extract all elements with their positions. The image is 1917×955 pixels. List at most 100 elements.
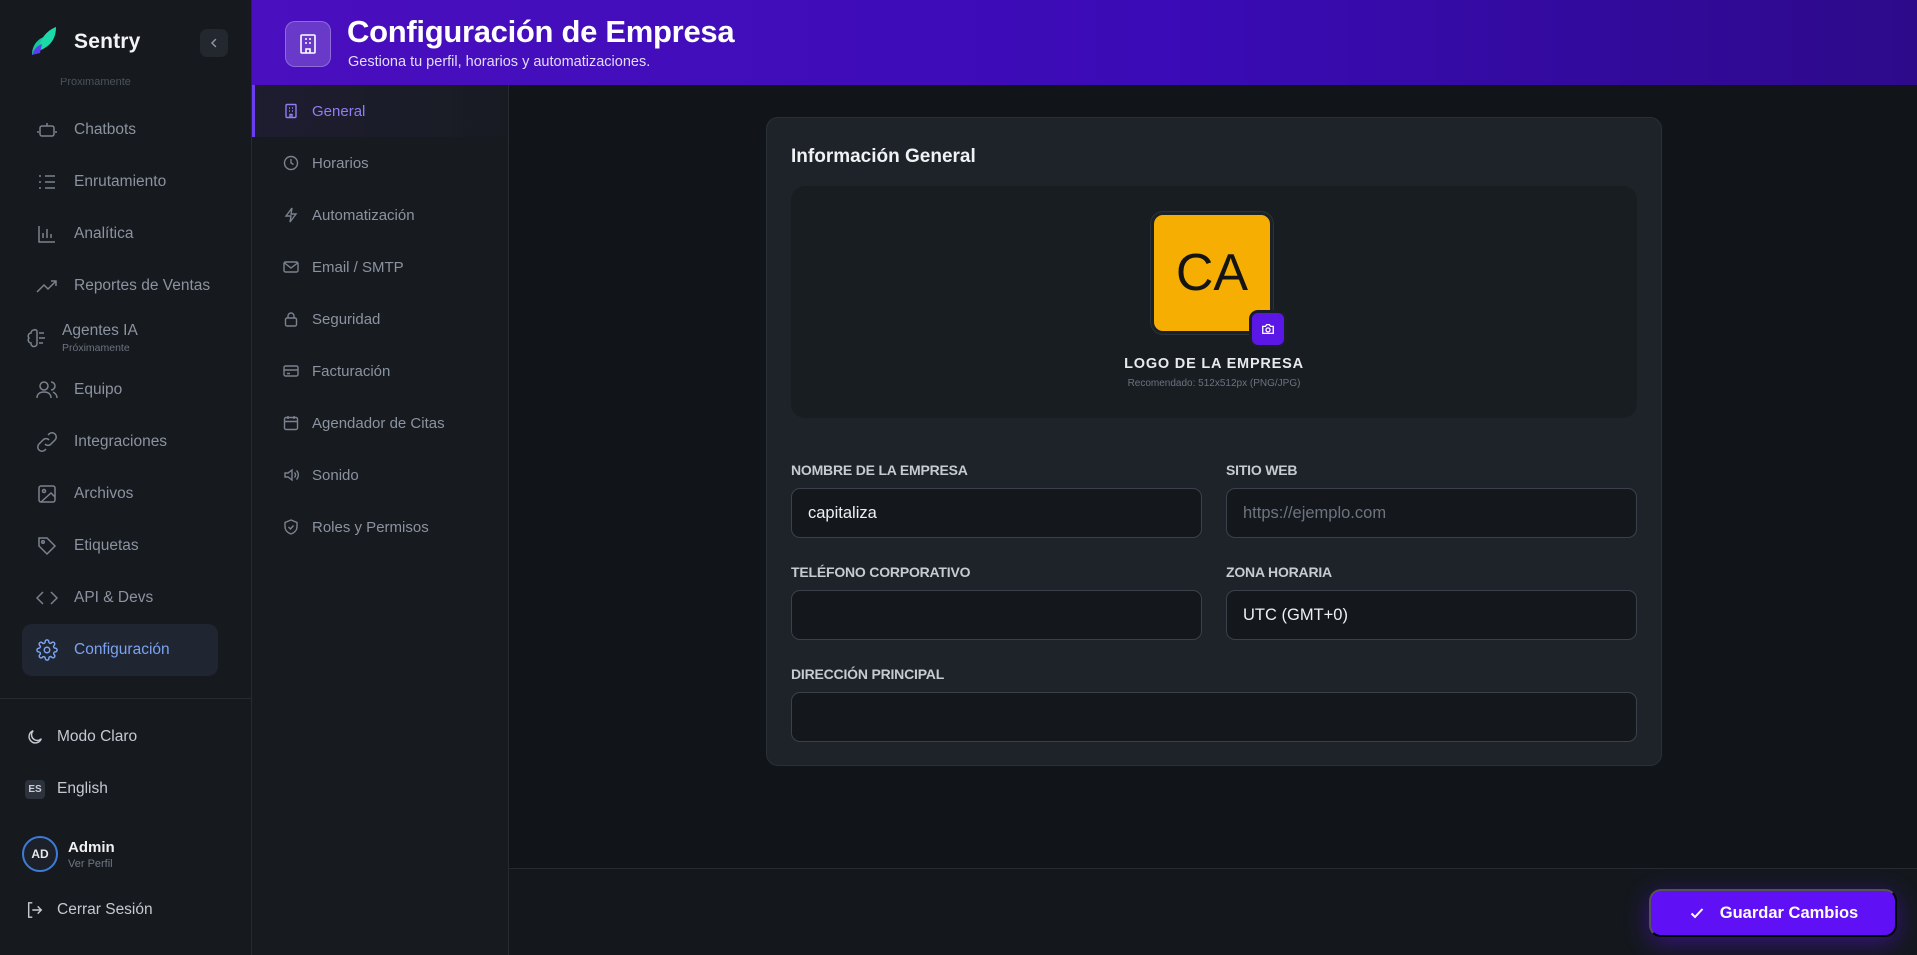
sidebar-item-api-devs[interactable]: API & Devs bbox=[22, 572, 218, 624]
tab-label: Seguridad bbox=[312, 310, 381, 328]
calendar-icon bbox=[282, 414, 300, 432]
sidebar-item-label: Agentes IA bbox=[62, 322, 138, 339]
user-name: Admin bbox=[68, 838, 115, 856]
card-title: Información General bbox=[791, 146, 976, 167]
logo-upload-panel: CA LOGO DE LA EMPRESA Recomendado: 512x5… bbox=[791, 186, 1637, 418]
company-name-label: NOMBRE DE LA EMPRESA bbox=[791, 462, 968, 478]
tab-email-smtp[interactable]: Email / SMTP bbox=[252, 241, 508, 293]
language-toggle[interactable]: ES English bbox=[24, 778, 108, 800]
image-icon bbox=[36, 483, 58, 505]
address-input[interactable] bbox=[808, 707, 1636, 727]
language-label: English bbox=[57, 780, 108, 797]
sidebar-item-agentes-ia[interactable]: Agentes IA Próximamente bbox=[22, 312, 218, 364]
timezone-select[interactable]: UTC (GMT+0) bbox=[1226, 590, 1637, 640]
website-label: SITIO WEB bbox=[1226, 462, 1298, 478]
sidebar-divider bbox=[0, 698, 252, 699]
address-field[interactable] bbox=[791, 692, 1637, 742]
company-name-field[interactable] bbox=[791, 488, 1202, 538]
sidebar-item-label: Enrutamiento bbox=[74, 173, 167, 190]
link-icon bbox=[36, 431, 58, 453]
sidebar-item-label: API & Devs bbox=[74, 589, 154, 606]
tab-label: Automatización bbox=[312, 206, 415, 224]
check-icon bbox=[1688, 904, 1706, 922]
tab-general[interactable]: General bbox=[252, 85, 508, 137]
tab-seguridad[interactable]: Seguridad bbox=[252, 293, 508, 345]
company-name-input[interactable] bbox=[808, 503, 1201, 523]
collapse-sidebar-button[interactable] bbox=[200, 29, 228, 57]
camera-icon bbox=[1262, 323, 1274, 335]
general-info-card: Información General CA LOGO DE LA EMPRES… bbox=[766, 117, 1662, 766]
sidebar-item-label: Integraciones bbox=[74, 433, 168, 450]
page-header: Configuración de Empresa Gestiona tu per… bbox=[252, 0, 1917, 85]
tab-label: Email / SMTP bbox=[312, 258, 404, 276]
users-icon bbox=[36, 379, 58, 401]
tab-label: Agendador de Citas bbox=[312, 414, 445, 432]
moon-icon bbox=[24, 726, 46, 748]
tab-agendador-citas[interactable]: Agendador de Citas bbox=[252, 397, 508, 449]
theme-toggle[interactable]: Modo Claro bbox=[24, 726, 137, 748]
avatar: AD bbox=[22, 836, 58, 872]
sidebar-item-integraciones[interactable]: Integraciones bbox=[22, 416, 218, 468]
credit-card-icon bbox=[282, 362, 300, 380]
address-label: DIRECCIÓN PRINCIPAL bbox=[791, 666, 945, 682]
trend-up-icon bbox=[36, 275, 58, 297]
brand[interactable]: Sentry bbox=[28, 24, 141, 60]
phone-label: TELÉFONO CORPORATIVO bbox=[791, 564, 971, 580]
logout-icon bbox=[24, 899, 46, 921]
chevron-left-icon bbox=[210, 38, 217, 48]
sidebar-item-archivos[interactable]: Archivos bbox=[22, 468, 218, 520]
phone-field[interactable] bbox=[791, 590, 1202, 640]
website-input[interactable] bbox=[1243, 503, 1636, 523]
logout-label: Cerrar Sesión bbox=[57, 901, 153, 918]
page-title: Configuración de Empresa bbox=[347, 14, 735, 49]
tab-facturacion[interactable]: Facturación bbox=[252, 345, 508, 397]
theme-toggle-label: Modo Claro bbox=[57, 728, 138, 745]
settings-nav: General Horarios Automatización Email / … bbox=[252, 85, 509, 955]
app-name: Sentry bbox=[74, 30, 141, 53]
sidebar-item-enrutamiento[interactable]: Enrutamiento bbox=[22, 156, 218, 208]
sentry-logo-icon bbox=[32, 27, 56, 55]
sidebar-item-label: Chatbots bbox=[74, 121, 137, 138]
tab-roles-permisos[interactable]: Roles y Permisos bbox=[252, 501, 508, 553]
speaker-icon bbox=[282, 466, 300, 484]
tab-label: Horarios bbox=[312, 154, 369, 172]
tab-automatizacion[interactable]: Automatización bbox=[252, 189, 508, 241]
sidebar-item-label: Analítica bbox=[74, 225, 134, 242]
website-field[interactable] bbox=[1226, 488, 1637, 538]
upload-logo-button[interactable] bbox=[1249, 310, 1287, 348]
sidebar-item-etiquetas[interactable]: Etiquetas bbox=[22, 520, 218, 572]
sidebar-cut-label: Próximamente bbox=[60, 78, 131, 88]
sidebar-item-equipo[interactable]: Equipo bbox=[22, 364, 218, 416]
sidebar-item-chatbots[interactable]: Chatbots bbox=[22, 104, 218, 156]
sidebar-item-label: Archivos bbox=[74, 485, 134, 502]
gear-icon bbox=[36, 639, 58, 661]
user-profile[interactable]: AD Admin Ver Perfil bbox=[22, 836, 115, 872]
bolt-icon bbox=[282, 206, 300, 224]
sidebar-item-reportes[interactable]: Reportes de Ventas bbox=[22, 260, 218, 312]
logo-label: LOGO DE LA EMPRESA bbox=[1124, 356, 1304, 372]
sidebar-nav: Chatbots Enrutamiento Analítica Reportes… bbox=[22, 104, 218, 676]
clock-icon bbox=[282, 154, 300, 172]
code-icon bbox=[36, 587, 58, 609]
tab-sonido[interactable]: Sonido bbox=[252, 449, 508, 501]
language-badge: ES bbox=[24, 778, 46, 800]
save-label: Guardar Cambios bbox=[1719, 903, 1859, 922]
sidebar-item-configuracion[interactable]: Configuración bbox=[22, 624, 218, 676]
building-icon bbox=[282, 102, 300, 120]
sidebar-item-label: Etiquetas bbox=[74, 537, 139, 554]
timezone-value: UTC (GMT+0) bbox=[1243, 605, 1348, 624]
sidebar: Sentry Próximamente Chatbots Enrutamient… bbox=[0, 0, 252, 955]
bar-chart-icon bbox=[36, 223, 58, 245]
save-button[interactable]: Guardar Cambios bbox=[1649, 889, 1897, 937]
view-profile-link[interactable]: Ver Perfil bbox=[68, 858, 115, 870]
tab-label: Facturación bbox=[312, 362, 391, 380]
tab-label: Roles y Permisos bbox=[312, 518, 429, 536]
lock-icon bbox=[282, 310, 300, 328]
building-icon bbox=[285, 21, 331, 67]
sidebar-item-analitica[interactable]: Analítica bbox=[22, 208, 218, 260]
logout-button[interactable]: Cerrar Sesión bbox=[24, 899, 153, 921]
page-subtitle: Gestiona tu perfil, horarios y automatiz… bbox=[348, 54, 651, 70]
logo-hint: Recomendado: 512x512px (PNG/JPG) bbox=[1127, 378, 1301, 389]
tab-horarios[interactable]: Horarios bbox=[252, 137, 508, 189]
phone-input[interactable] bbox=[808, 605, 1201, 625]
